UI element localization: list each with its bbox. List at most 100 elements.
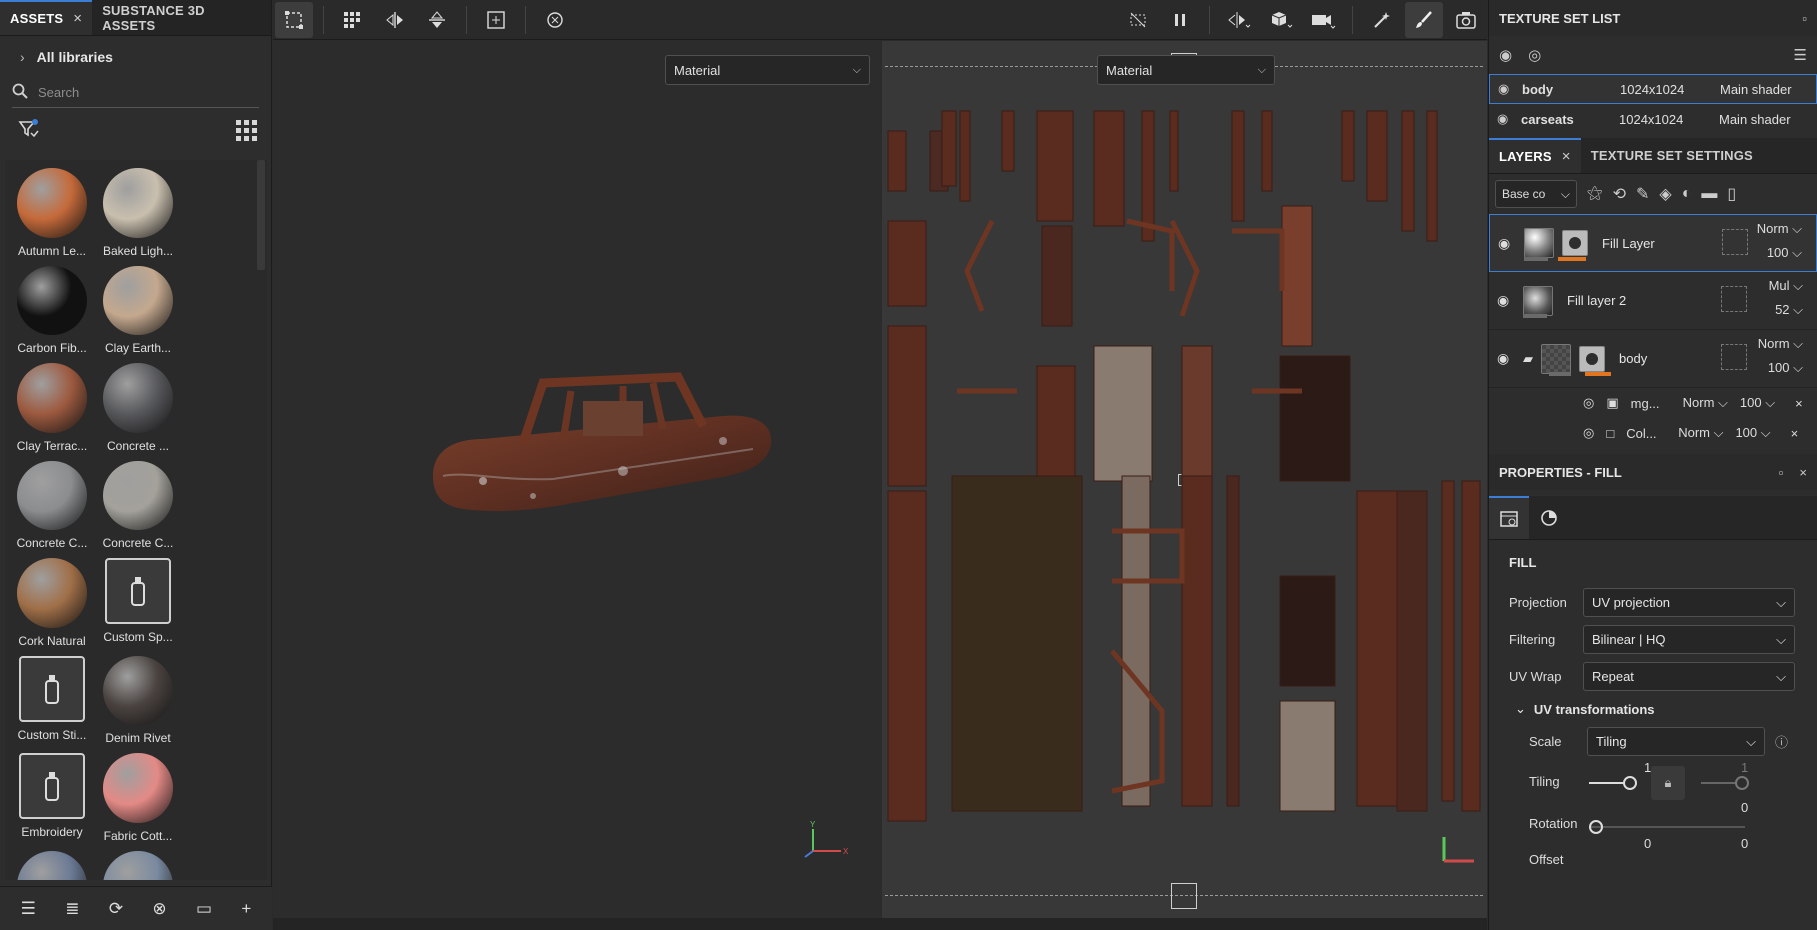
sub-layer-opacity[interactable]: 100 ⌵	[1735, 425, 1770, 441]
trash-icon[interactable]: ▯	[1727, 184, 1736, 204]
layer-opacity[interactable]: 100 ⌵	[1767, 245, 1802, 261]
texture-set-row[interactable]: ◉ body 1024x1024 Main shader	[1489, 74, 1817, 104]
camera-icon[interactable]	[1304, 2, 1342, 38]
close-icon[interactable]: ×	[1795, 396, 1803, 411]
tab-fill-settings[interactable]	[1489, 496, 1529, 539]
tab-substance-assets[interactable]: SUBSTANCE 3D ASSETS	[92, 0, 271, 35]
asset-item[interactable]: Denim Rivet	[95, 648, 181, 745]
asset-item[interactable]	[9, 843, 95, 880]
refresh-icon[interactable]: ⟳	[109, 899, 123, 919]
asset-item[interactable]: Concrete C...	[95, 453, 181, 550]
undock-icon[interactable]: ▫	[1779, 465, 1784, 480]
effects-icon[interactable]	[1363, 2, 1401, 38]
sub-layer-blend[interactable]: Norm ⌵	[1683, 395, 1728, 411]
magic-wand-icon[interactable]: ⚝	[1587, 185, 1603, 203]
uvwrap-select[interactable]: Repeat ⌵	[1583, 662, 1795, 691]
layer-effect-slot[interactable]	[1721, 344, 1747, 370]
filter-icon[interactable]	[18, 118, 40, 143]
paint-brush-icon[interactable]	[1405, 1, 1443, 38]
asset-item[interactable]	[95, 843, 181, 880]
info-icon[interactable]: ⓘ	[1775, 732, 1788, 751]
layer-blend-mode[interactable]: Norm ⌵	[1758, 336, 1803, 352]
texture-set-row[interactable]: ◉ carseats 1024x1024 Main shader	[1489, 104, 1817, 134]
eye-refresh-icon[interactable]: ◉	[1499, 46, 1512, 64]
eye-icon[interactable]: ◉	[1497, 350, 1523, 367]
layer-row[interactable]: ◉ Fill Layer Norm ⌵ 100 ⌵	[1489, 214, 1817, 272]
smart-material-icon[interactable]: ⟲	[1613, 184, 1626, 204]
scale-select[interactable]: Tiling ⌵	[1587, 727, 1765, 756]
eye-icon[interactable]: ◎	[1583, 425, 1594, 441]
viewport-2d[interactable]: Material ⌵	[882, 41, 1487, 918]
asset-scrollbar[interactable]	[257, 160, 265, 270]
layer-effect-slot[interactable]	[1721, 286, 1747, 312]
close-icon[interactable]: ×	[1562, 148, 1571, 165]
add-icon[interactable]: +	[241, 899, 251, 919]
asset-item[interactable]: Fabric Cott...	[95, 745, 181, 843]
asset-item[interactable]: Autumn Le...	[9, 160, 95, 258]
uv-transformations-toggle[interactable]: ⌄ UV transformations	[1489, 695, 1817, 723]
rotation-slider-thumb[interactable]	[1589, 820, 1603, 834]
sub-layer-opacity[interactable]: 100 ⌵	[1740, 395, 1775, 411]
reset-camera-icon[interactable]	[536, 2, 574, 38]
folder-icon[interactable]: ▬	[1701, 185, 1717, 203]
hide-icon[interactable]	[1119, 2, 1157, 38]
layer-blend-mode[interactable]: Mul ⌵	[1769, 278, 1803, 294]
channel-select[interactable]: Base co ⌵	[1495, 180, 1577, 208]
projection-select[interactable]: UV projection ⌵	[1583, 588, 1795, 617]
asset-item[interactable]: Concrete C...	[9, 453, 95, 550]
viewport-3d[interactable]: Material ⌵ Y X	[273, 41, 881, 918]
list-view-icon[interactable]: ☰	[21, 899, 36, 919]
clear-icon[interactable]: ⊗	[152, 899, 166, 919]
layer-row[interactable]: ◉ ▰ body Norm ⌵ 100 ⌵	[1489, 330, 1817, 388]
viewport-3d-mode-select[interactable]: Material ⌵	[665, 55, 870, 85]
asset-item[interactable]: Embroidery	[9, 745, 95, 843]
asset-item[interactable]: Clay Terrac...	[9, 355, 95, 453]
asset-item[interactable]: Concrete ...	[95, 355, 181, 453]
split-view-icon[interactable]	[1220, 2, 1258, 38]
selection-tool-icon[interactable]	[275, 1, 313, 38]
asset-item[interactable]: Custom Sp...	[95, 550, 181, 648]
layer-blend-mode[interactable]: Norm ⌵	[1757, 221, 1802, 237]
close-icon[interactable]: ×	[73, 10, 82, 27]
menu-icon[interactable]: ☰	[1794, 46, 1807, 64]
list-detail-icon[interactable]: ≣	[65, 899, 79, 919]
paint-layer-icon[interactable]: ✎	[1636, 184, 1649, 204]
tab-assets[interactable]: ASSETS ×	[0, 0, 93, 35]
folder-icon[interactable]: ▭	[196, 899, 212, 919]
frame-icon[interactable]	[477, 2, 515, 38]
search-input[interactable]	[38, 85, 238, 100]
pause-icon[interactable]	[1161, 2, 1199, 38]
tiling-slider-thumb[interactable]	[1623, 776, 1637, 790]
mask-icon[interactable]: ◐	[1682, 185, 1692, 203]
grid-select-icon[interactable]	[334, 2, 372, 38]
undock-icon[interactable]: ▫	[1802, 11, 1807, 26]
layer-opacity[interactable]: 100 ⌵	[1768, 360, 1803, 376]
asset-item[interactable]: Custom Sti...	[9, 648, 95, 746]
close-icon[interactable]: ×	[1799, 465, 1807, 480]
layer-row[interactable]: ◉ Fill layer 2 Mul ⌵ 52 ⌵	[1489, 272, 1817, 330]
eye-icon[interactable]: ◎	[1583, 395, 1594, 411]
folder-icon[interactable]: ▰	[1523, 351, 1533, 367]
filtering-select[interactable]: Bilinear | HQ ⌵	[1583, 625, 1795, 654]
asset-item[interactable]: Baked Ligh...	[95, 160, 181, 258]
viewport-2d-mode-select[interactable]: Material ⌵	[1097, 55, 1275, 85]
eye-icon[interactable]: ◉	[1498, 235, 1524, 252]
sub-layer-row[interactable]: ◎ ▣ mg... Norm ⌵ 100 ⌵ ×	[1489, 388, 1817, 418]
grid-view-icon[interactable]	[236, 119, 257, 141]
close-icon[interactable]: ×	[1791, 426, 1799, 441]
screenshot-icon[interactable]	[1447, 2, 1485, 38]
layer-opacity[interactable]: 52 ⌵	[1775, 302, 1803, 318]
symmetry-y-icon[interactable]	[418, 2, 456, 38]
eye-icon[interactable]: ◉	[1497, 292, 1523, 309]
cube-icon[interactable]	[1262, 2, 1300, 38]
tiling-slider-track-2[interactable]	[1701, 782, 1737, 784]
symmetry-x-icon[interactable]	[376, 2, 414, 38]
asset-item[interactable]: Cork Natural	[9, 550, 95, 648]
fill-layer-icon[interactable]: ◈	[1659, 184, 1671, 204]
asset-item[interactable]: Clay Earth...	[95, 258, 181, 355]
all-libraries-row[interactable]: › All libraries	[0, 36, 271, 78]
tab-material[interactable]	[1529, 496, 1569, 539]
sub-layer-blend[interactable]: Norm ⌵	[1678, 425, 1723, 441]
tab-texture-set-settings[interactable]: TEXTURE SET SETTINGS	[1581, 138, 1763, 173]
asset-item[interactable]: Carbon Fib...	[9, 258, 95, 355]
